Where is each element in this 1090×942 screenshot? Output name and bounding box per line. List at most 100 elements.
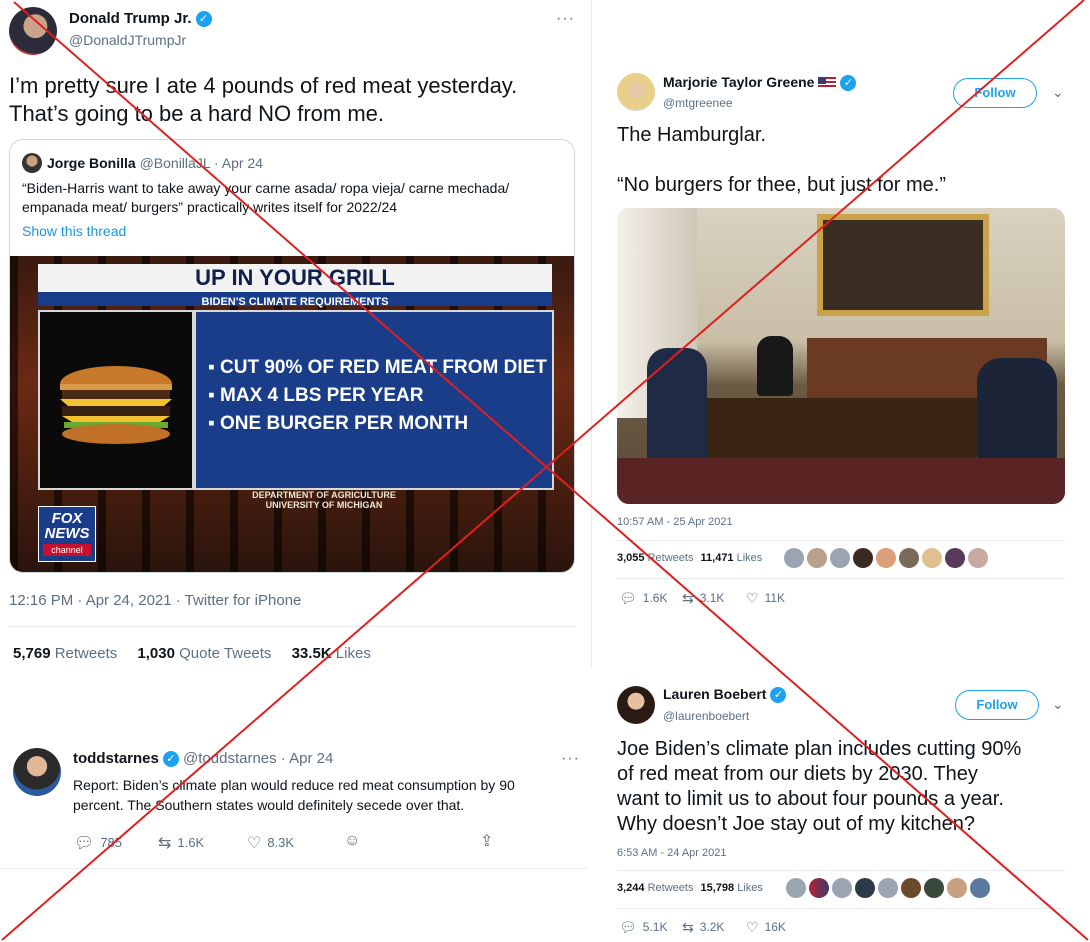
likes-label: Likes <box>736 552 763 564</box>
retweets-stat[interactable]: 5,769 Retweets <box>13 645 117 662</box>
avatar[interactable] <box>945 548 965 568</box>
author-name[interactable]: toddstarnes <box>73 750 159 767</box>
reply-icon: 💬︎ <box>74 835 95 852</box>
tweet-text-line: I’m pretty sure I ate 4 pounds of red me… <box>9 73 518 98</box>
reply-button[interactable]: 💬︎ 785 <box>74 833 122 853</box>
likes-stat[interactable]: 11,471 Likes <box>701 552 763 564</box>
likes-stat[interactable]: 33.5K Likes <box>292 645 371 662</box>
author-handle[interactable]: @laurenboebert <box>663 709 749 723</box>
reply-button[interactable]: 💬︎ 5.1K <box>619 919 667 936</box>
author-name-row: toddstarnes ✓ @toddstarnes · Apr 24 <box>73 750 333 768</box>
avatar[interactable] <box>876 548 896 568</box>
table <box>676 398 998 458</box>
tweet-timestamp[interactable]: 6:53 AM - 24 Apr 2021 <box>617 847 726 859</box>
avatar[interactable] <box>878 878 898 898</box>
avatar[interactable] <box>924 878 944 898</box>
like-button[interactable]: ♡ 11K <box>746 590 785 607</box>
react-button[interactable]: ☺ <box>344 832 360 850</box>
tweet-text-line: want to limit us to about four pounds a … <box>617 788 1004 810</box>
tweet-text: I’m pretty sure I ate 4 pounds of red me… <box>9 72 517 128</box>
avatar[interactable] <box>807 548 827 568</box>
verified-badge-icon: ✓ <box>162 751 179 768</box>
avatar[interactable] <box>784 548 804 568</box>
more-icon[interactable]: ··· <box>561 750 580 768</box>
retweet-button[interactable]: ⇆ 3.2K <box>682 919 724 936</box>
tweet-text-line: percent. The Southern states would defin… <box>73 797 465 813</box>
us-flag-icon <box>818 77 837 90</box>
like-count: 16K <box>764 920 786 934</box>
author-handle[interactable]: @toddstarnes · Apr 24 <box>183 750 333 767</box>
reply-count: 5.1K <box>642 920 668 934</box>
quote-text: “Biden-Harris want to take away your car… <box>22 179 509 217</box>
carpet <box>617 458 1065 504</box>
avatar[interactable] <box>899 548 919 568</box>
author-name[interactable]: Donald Trump Jr. <box>69 10 192 27</box>
chevron-down-icon[interactable]: ⌄ <box>1052 84 1064 101</box>
logo-text: NEWS <box>44 525 90 542</box>
avatar[interactable] <box>786 878 806 898</box>
show-thread-link[interactable]: Show this thread <box>22 223 126 239</box>
tweet-timestamp[interactable]: 12:16 PM · Apr 24, 2021 · Twitter for iP… <box>9 592 301 609</box>
retweet-icon: ⇆ <box>158 835 172 852</box>
quote-tweets-stat[interactable]: 1,030 Quote Tweets <box>137 645 271 662</box>
avatar[interactable] <box>617 686 655 724</box>
divider <box>617 578 1065 579</box>
bullet-text: MAX 4 LBS PER YEAR <box>220 385 424 406</box>
avatar[interactable] <box>830 548 850 568</box>
retweets-stat[interactable]: 3,055 Retweets <box>617 552 693 564</box>
author-name[interactable]: Marjorie Taylor Greene <box>663 74 814 90</box>
retweets-stat[interactable]: 3,244 Retweets <box>617 882 693 894</box>
avatar[interactable] <box>617 73 655 111</box>
bullets-panel: ▪ CUT 90% OF RED MEAT FROM DIET ▪ MAX 4 … <box>194 310 554 490</box>
author-name[interactable]: Lauren Boebert <box>663 686 766 702</box>
avatar[interactable] <box>922 548 942 568</box>
avatar[interactable] <box>9 7 57 55</box>
likes-stat[interactable]: 15,798 Likes <box>701 882 763 894</box>
avatar[interactable] <box>970 878 990 898</box>
author-handle[interactable]: @DonaldJTrumpJr <box>69 32 186 48</box>
quoted-tweet-card[interactable]: Jorge Bonilla @BonillaJL · Apr 24 “Biden… <box>9 139 575 573</box>
tweet-text-line: Joe Biden’s climate plan includes cuttin… <box>617 738 1022 760</box>
like-button[interactable]: ♡ 16K <box>746 919 786 936</box>
retweet-button[interactable]: ⇆ 3.1K <box>682 590 724 607</box>
follow-button[interactable]: Follow <box>953 78 1037 108</box>
divider <box>617 908 1065 909</box>
retweet-count: 1.6K <box>177 835 205 850</box>
avatar[interactable] <box>13 748 61 796</box>
share-button[interactable]: ⇪ <box>480 831 493 851</box>
tweet-photo[interactable] <box>617 208 1065 504</box>
quote-tweets-count: 1,030 <box>137 645 175 662</box>
react-icon: ☺ <box>344 832 361 849</box>
bullet-text: CUT 90% OF RED MEAT FROM DIET <box>220 357 547 378</box>
avatar[interactable] <box>832 878 852 898</box>
avatar <box>22 153 42 173</box>
headline-banner: UP IN YOUR GRILL <box>38 264 552 292</box>
verified-badge-icon: ✓ <box>840 75 857 92</box>
quote-author-row: Jorge Bonilla @BonillaJL · Apr 24 <box>47 155 263 171</box>
avatar[interactable] <box>809 878 829 898</box>
reply-button[interactable]: 💬︎ 1.6K <box>619 590 667 607</box>
bullet-list: ▪ CUT 90% OF RED MEAT FROM DIET ▪ MAX 4 … <box>208 354 547 438</box>
follow-button[interactable]: Follow <box>955 690 1039 720</box>
fox-news-image[interactable]: UP IN YOUR GRILL BIDEN'S CLIMATE REQUIRE… <box>10 256 574 572</box>
reply-count: 785 <box>100 835 123 850</box>
engagement-stats: 3,244 Retweets 15,798 Likes <box>617 882 763 894</box>
avatar[interactable] <box>901 878 921 898</box>
like-button[interactable]: ♡ 8.3K <box>247 833 294 853</box>
author-handle[interactable]: @mtgreenee <box>663 96 733 110</box>
liker-avatars <box>784 548 991 568</box>
headline-text: UP IN YOUR GRILL <box>195 265 395 290</box>
bullet-text: ONE BURGER PER MONTH <box>220 413 469 434</box>
avatar[interactable] <box>853 548 873 568</box>
logo-text: FOX <box>51 510 83 527</box>
quote-tweets-label: Quote Tweets <box>179 645 272 662</box>
tweet-timestamp[interactable]: 10:57 AM - 25 Apr 2021 <box>617 516 733 528</box>
avatar[interactable] <box>968 548 988 568</box>
avatar[interactable] <box>855 878 875 898</box>
more-icon[interactable]: ··· <box>556 10 575 28</box>
chevron-down-icon[interactable]: ⌄ <box>1052 696 1064 713</box>
quote-author-name: Jorge Bonilla <box>47 155 136 171</box>
avatar[interactable] <box>947 878 967 898</box>
retweet-button[interactable]: ⇆ 1.6K <box>158 833 204 853</box>
share-icon: ⇪ <box>480 833 494 850</box>
